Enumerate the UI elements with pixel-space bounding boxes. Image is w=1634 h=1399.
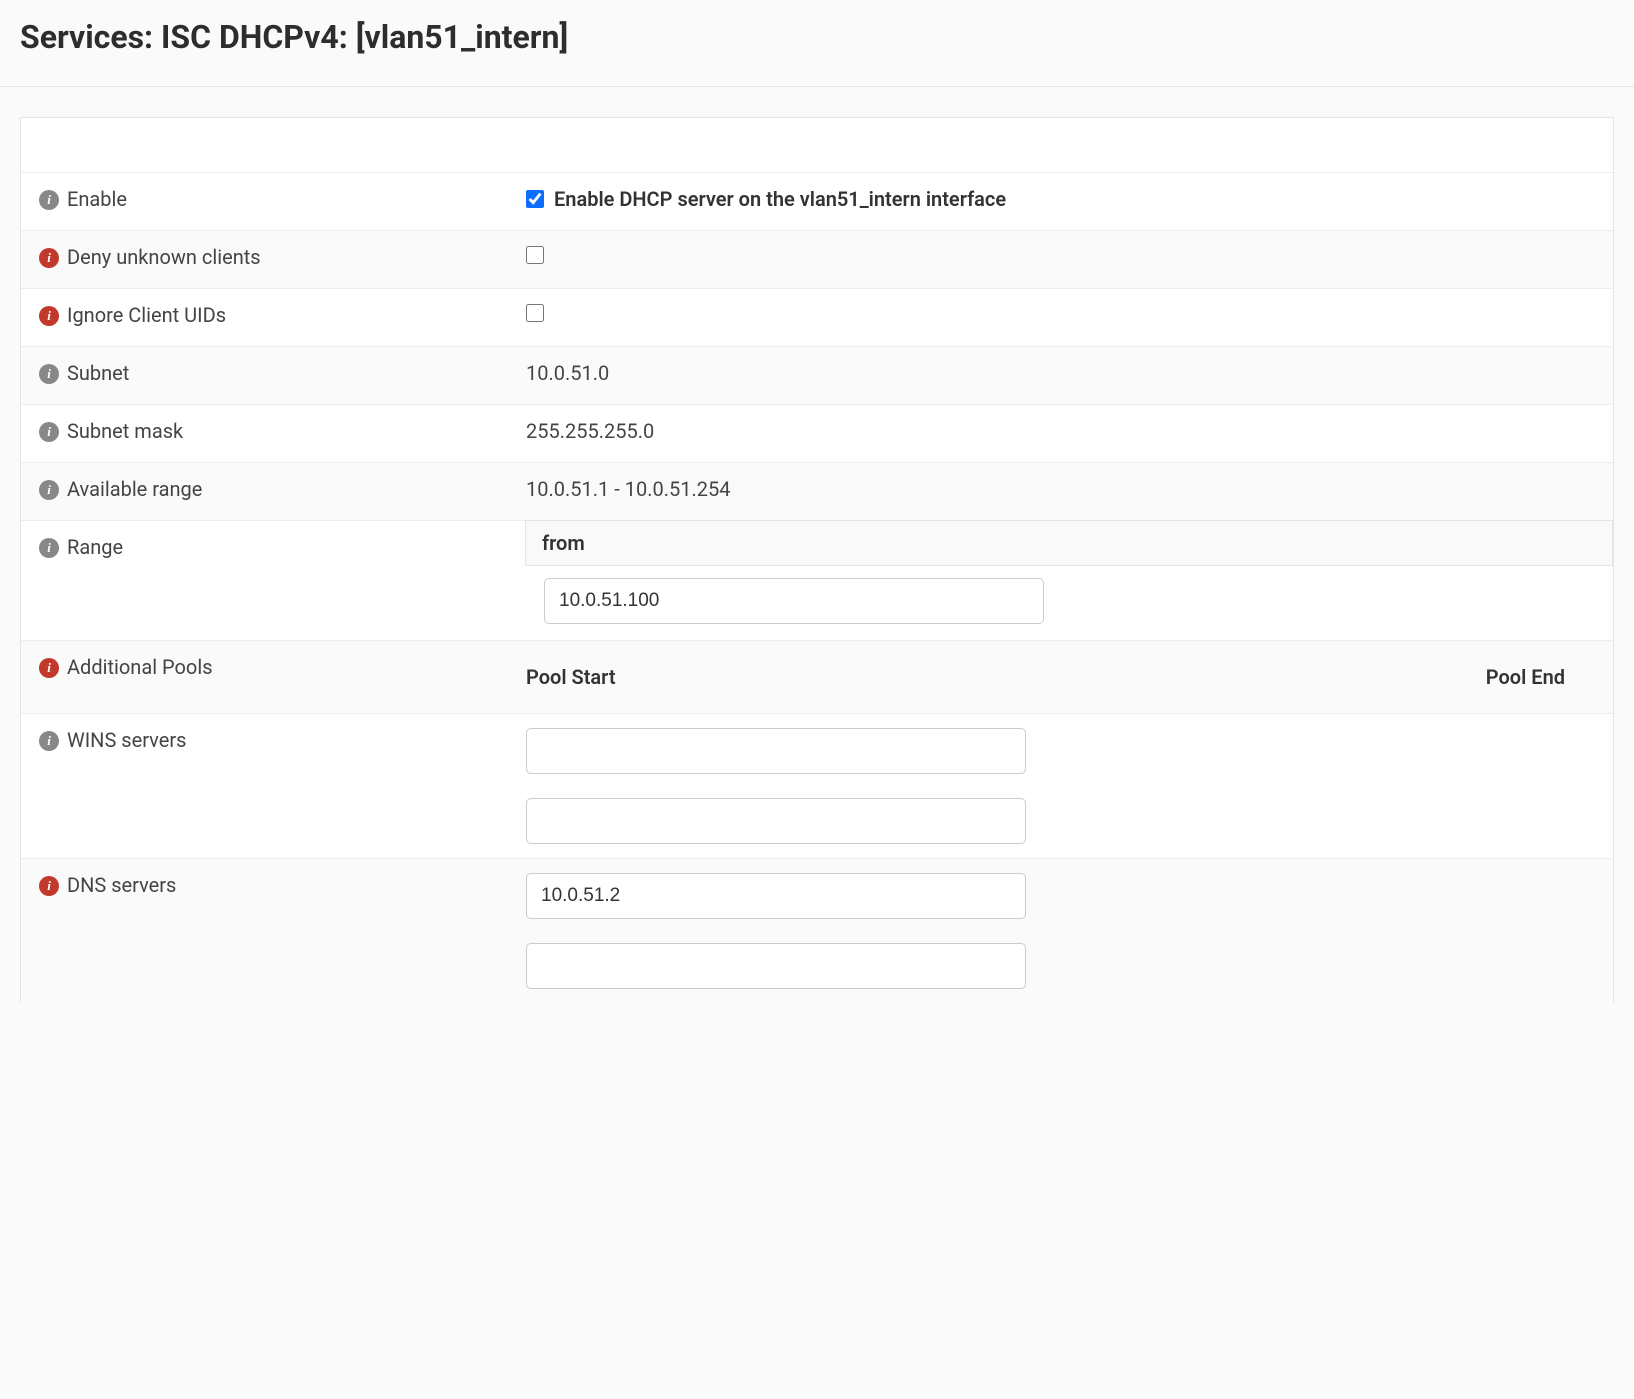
row-available-range: i Available range 10.0.51.1 - 10.0.51.25… [21,463,1613,521]
info-icon[interactable]: i [39,876,59,896]
row-range: i Range from [21,521,1613,641]
row-ignore-uids: i Ignore Client UIDs [21,289,1613,347]
panel-spacer [21,118,1613,173]
wins-input-1[interactable] [526,728,1026,774]
label-cell-pools: i Additional Pools [21,641,526,713]
wins-input-2[interactable] [526,798,1026,844]
value-cell-dns [526,859,1613,1003]
field-label: Ignore Client UIDs [67,303,226,327]
pool-header: Pool Start Pool End [526,659,1595,699]
label-cell-mask: i Subnet mask [21,405,526,462]
page-title: Services: ISC DHCPv4: [vlan51_intern] [20,18,1614,56]
row-subnet: i Subnet 10.0.51.0 [21,347,1613,405]
field-label: Deny unknown clients [67,245,261,269]
field-label: Additional Pools [67,655,213,679]
deny-unknown-checkbox[interactable] [526,246,544,264]
field-label: Range [67,535,123,559]
value-cell-deny [526,231,1613,288]
value-cell-range: from [526,521,1613,640]
pool-col-start: Pool Start [526,665,1026,689]
info-icon[interactable]: i [39,731,59,751]
page-header: Services: ISC DHCPv4: [vlan51_intern] [0,0,1634,87]
label-cell-subnet: i Subnet [21,347,526,404]
label-cell-range: i Range [21,521,526,640]
field-label: Available range [67,477,202,501]
dns-input-1[interactable] [526,873,1026,919]
field-label: DNS servers [67,873,176,897]
row-deny-unknown: i Deny unknown clients [21,231,1613,289]
info-icon[interactable]: i [39,658,59,678]
label-cell-enable: i Enable [21,173,526,230]
enable-checkbox[interactable] [526,190,544,208]
value-cell-enable: Enable DHCP server on the vlan51_intern … [526,173,1613,230]
ignore-uids-checkbox[interactable] [526,304,544,322]
label-cell-avail: i Available range [21,463,526,520]
value-cell-subnet: 10.0.51.0 [526,347,1613,404]
label-cell-ignore: i Ignore Client UIDs [21,289,526,346]
field-label: Subnet [67,361,129,385]
info-icon[interactable]: i [39,364,59,384]
range-from-input[interactable] [544,578,1044,624]
field-label: WINS servers [67,728,186,752]
info-icon[interactable]: i [39,538,59,558]
pool-col-end: Pool End [1026,665,1595,689]
value-cell-mask: 255.255.255.0 [526,405,1613,462]
row-dns: i DNS servers [21,859,1613,1003]
value-cell-avail: 10.0.51.1 - 10.0.51.254 [526,463,1613,520]
enable-checkbox-label: Enable DHCP server on the vlan51_intern … [554,187,1006,211]
dns-input-2[interactable] [526,943,1026,989]
range-from-header: from [525,520,1613,566]
label-cell-deny: i Deny unknown clients [21,231,526,288]
value-cell-pools: Pool Start Pool End [526,641,1613,713]
label-cell-dns: i DNS servers [21,859,526,1003]
label-cell-wins: i WINS servers [21,714,526,858]
row-wins: i WINS servers [21,714,1613,859]
row-enable: i Enable Enable DHCP server on the vlan5… [21,173,1613,231]
info-icon[interactable]: i [39,248,59,268]
field-label: Subnet mask [67,419,183,443]
field-label: Enable [67,187,127,211]
info-icon[interactable]: i [39,480,59,500]
value-cell-ignore [526,289,1613,346]
row-additional-pools: i Additional Pools Pool Start Pool End [21,641,1613,714]
info-icon[interactable]: i [39,422,59,442]
info-icon[interactable]: i [39,306,59,326]
row-subnet-mask: i Subnet mask 255.255.255.0 [21,405,1613,463]
enable-checkbox-wrap[interactable]: Enable DHCP server on the vlan51_intern … [526,187,1595,211]
value-cell-wins [526,714,1613,858]
info-icon[interactable]: i [39,190,59,210]
dhcp-form-panel: i Enable Enable DHCP server on the vlan5… [20,117,1614,1003]
